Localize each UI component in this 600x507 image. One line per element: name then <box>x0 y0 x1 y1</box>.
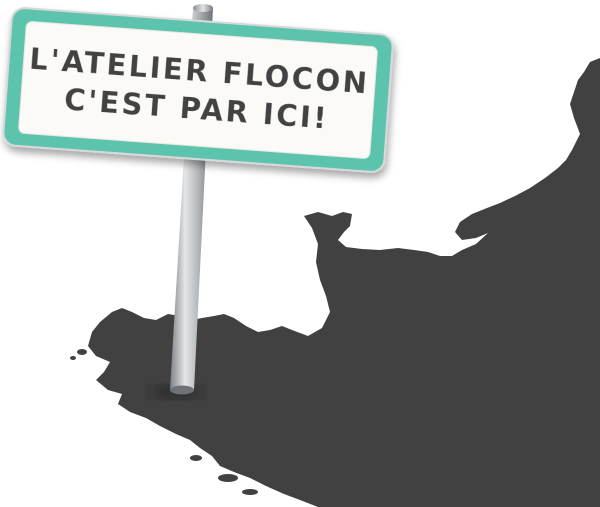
island <box>77 349 87 355</box>
island <box>190 455 202 461</box>
map-illustration: L'ATELIER FLOCON C'EST PAR ICI! <box>2 4 600 507</box>
island <box>70 356 76 360</box>
sign-board: L'ATELIER FLOCON C'EST PAR ICI! <box>2 7 394 173</box>
island <box>242 489 258 495</box>
island <box>218 474 238 482</box>
scene: L'ATELIER FLOCON C'EST PAR ICI! <box>0 0 600 507</box>
